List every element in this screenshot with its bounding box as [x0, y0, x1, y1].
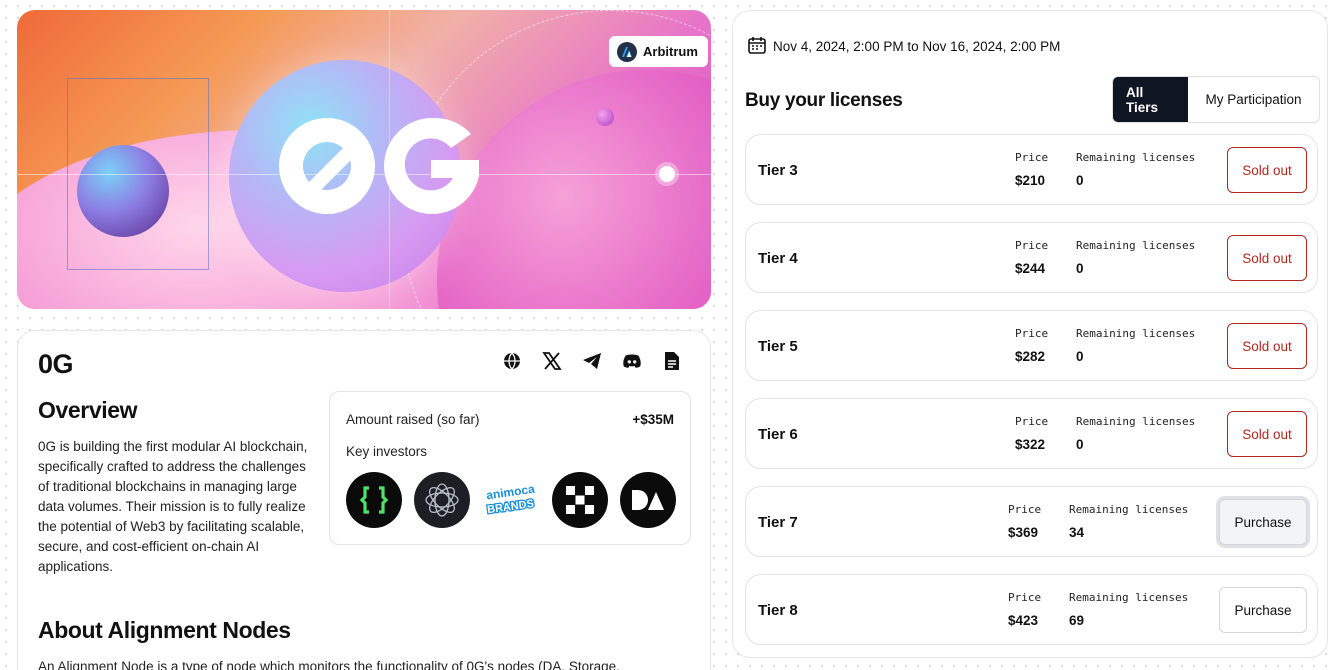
- tier-remaining: 69: [1069, 613, 1085, 628]
- tier-name: Tier 4: [758, 250, 798, 267]
- price-label: Price: [1015, 327, 1049, 340]
- tier-row: Tier 7 Price $369 Remaining licenses 34 …: [745, 486, 1318, 557]
- tier-remaining: 34: [1069, 525, 1085, 540]
- investor-animoca-logo-icon: animoca BRANDS: [482, 472, 540, 528]
- tier-price: $210: [1015, 173, 1046, 188]
- license-panel: Nov 4, 2024, 2:00 PM to Nov 16, 2024, 2:…: [732, 10, 1328, 658]
- investor-da-logo-icon: [620, 472, 676, 528]
- project-info-card: 0G Overview 0G is building the first mod…: [17, 330, 711, 670]
- tier-name: Tier 3: [758, 162, 798, 179]
- investor-flower-logo-icon: [414, 472, 470, 528]
- tier-remaining: 0: [1076, 349, 1084, 364]
- chain-badge: Arbitrum: [609, 36, 708, 67]
- x-icon[interactable]: [542, 351, 562, 371]
- tier-row: Tier 4 Price $244 Remaining licenses 0 S…: [745, 222, 1318, 293]
- investor-okx-logo-icon: [552, 472, 608, 528]
- price-label: Price: [1015, 151, 1049, 164]
- tier-name: Tier 6: [758, 426, 798, 443]
- calendar-icon: [747, 35, 767, 58]
- banner-dot: [596, 108, 614, 126]
- tier-price: $322: [1015, 437, 1046, 452]
- price-label: Price: [1015, 415, 1049, 428]
- tier-name: Tier 5: [758, 338, 798, 355]
- remaining-label: Remaining licenses: [1076, 415, 1196, 428]
- tier-price: $423: [1008, 613, 1039, 628]
- tier-remaining: 0: [1076, 437, 1084, 452]
- tier-filter-tabs: All Tiers My Participation: [1112, 76, 1320, 123]
- remaining-label: Remaining licenses: [1076, 327, 1196, 340]
- tier-name: Tier 7: [758, 514, 798, 531]
- sold-out-button[interactable]: Sold out: [1227, 235, 1307, 281]
- tab-all-tiers[interactable]: All Tiers: [1113, 77, 1188, 122]
- tier-price: $282: [1015, 349, 1046, 364]
- overview-text: 0G is building the first modular AI bloc…: [38, 439, 308, 574]
- remaining-label: Remaining licenses: [1069, 503, 1189, 516]
- social-links: [502, 351, 682, 371]
- tier-remaining: 0: [1076, 173, 1084, 188]
- arbitrum-icon: [617, 41, 637, 62]
- sold-out-button[interactable]: Sold out: [1227, 411, 1307, 457]
- tab-my-participation[interactable]: My Participation: [1188, 77, 1319, 122]
- tier-remaining: 0: [1076, 261, 1084, 276]
- price-label: Price: [1015, 239, 1049, 252]
- key-investors-label: Key investors: [346, 444, 428, 459]
- funding-box: Amount raised (so far) +$35M Key investo…: [329, 391, 691, 545]
- tier-row: Tier 8 Price $423 Remaining licenses 69 …: [745, 574, 1318, 645]
- sale-period: Nov 4, 2024, 2:00 PM to Nov 16, 2024, 2:…: [747, 35, 1060, 58]
- price-label: Price: [1008, 503, 1042, 516]
- project-name: 0G: [38, 349, 74, 379]
- 0g-logo-icon: [279, 117, 479, 214]
- remaining-label: Remaining licenses: [1069, 591, 1189, 604]
- discord-icon[interactable]: [622, 351, 642, 371]
- overview-heading: Overview: [38, 397, 138, 423]
- purchase-button[interactable]: Purchase: [1219, 587, 1307, 633]
- investor-logos: animoca BRANDS: [346, 472, 676, 528]
- tier-row: Tier 6 Price $322 Remaining licenses 0 S…: [745, 398, 1318, 469]
- amount-raised-label: Amount raised (so far): [346, 412, 480, 427]
- investor-brackets-logo-icon: [346, 472, 402, 528]
- price-label: Price: [1008, 591, 1042, 604]
- telegram-icon[interactable]: [582, 351, 602, 371]
- chain-label: Arbitrum: [643, 44, 698, 59]
- buy-licenses-heading: Buy your licenses: [745, 90, 903, 111]
- amount-raised-value: +$35M: [632, 412, 674, 427]
- sale-date-range: Nov 4, 2024, 2:00 PM to Nov 16, 2024, 2:…: [773, 39, 1061, 54]
- document-icon[interactable]: [662, 351, 682, 371]
- tier-price: $244: [1015, 261, 1046, 276]
- about-nodes-heading: About Alignment Nodes: [38, 617, 291, 643]
- banner-small-orb: [77, 145, 169, 237]
- remaining-label: Remaining licenses: [1076, 151, 1196, 164]
- sold-out-button[interactable]: Sold out: [1227, 323, 1307, 369]
- remaining-label: Remaining licenses: [1076, 239, 1196, 252]
- globe-icon[interactable]: [502, 351, 522, 371]
- tier-price: $369: [1008, 525, 1039, 540]
- sold-out-button[interactable]: Sold out: [1227, 147, 1307, 193]
- tier-row: Tier 3 Price $210 Remaining licenses 0 S…: [745, 134, 1318, 205]
- tier-row: Tier 5 Price $282 Remaining licenses 0 S…: [745, 310, 1318, 381]
- project-banner: Arbitrum: [17, 10, 711, 309]
- purchase-button[interactable]: Purchase: [1219, 499, 1307, 545]
- banner-node: [659, 166, 675, 182]
- about-nodes-text: An Alignment Node is a type of node whic…: [38, 659, 620, 670]
- tier-name: Tier 8: [758, 602, 798, 619]
